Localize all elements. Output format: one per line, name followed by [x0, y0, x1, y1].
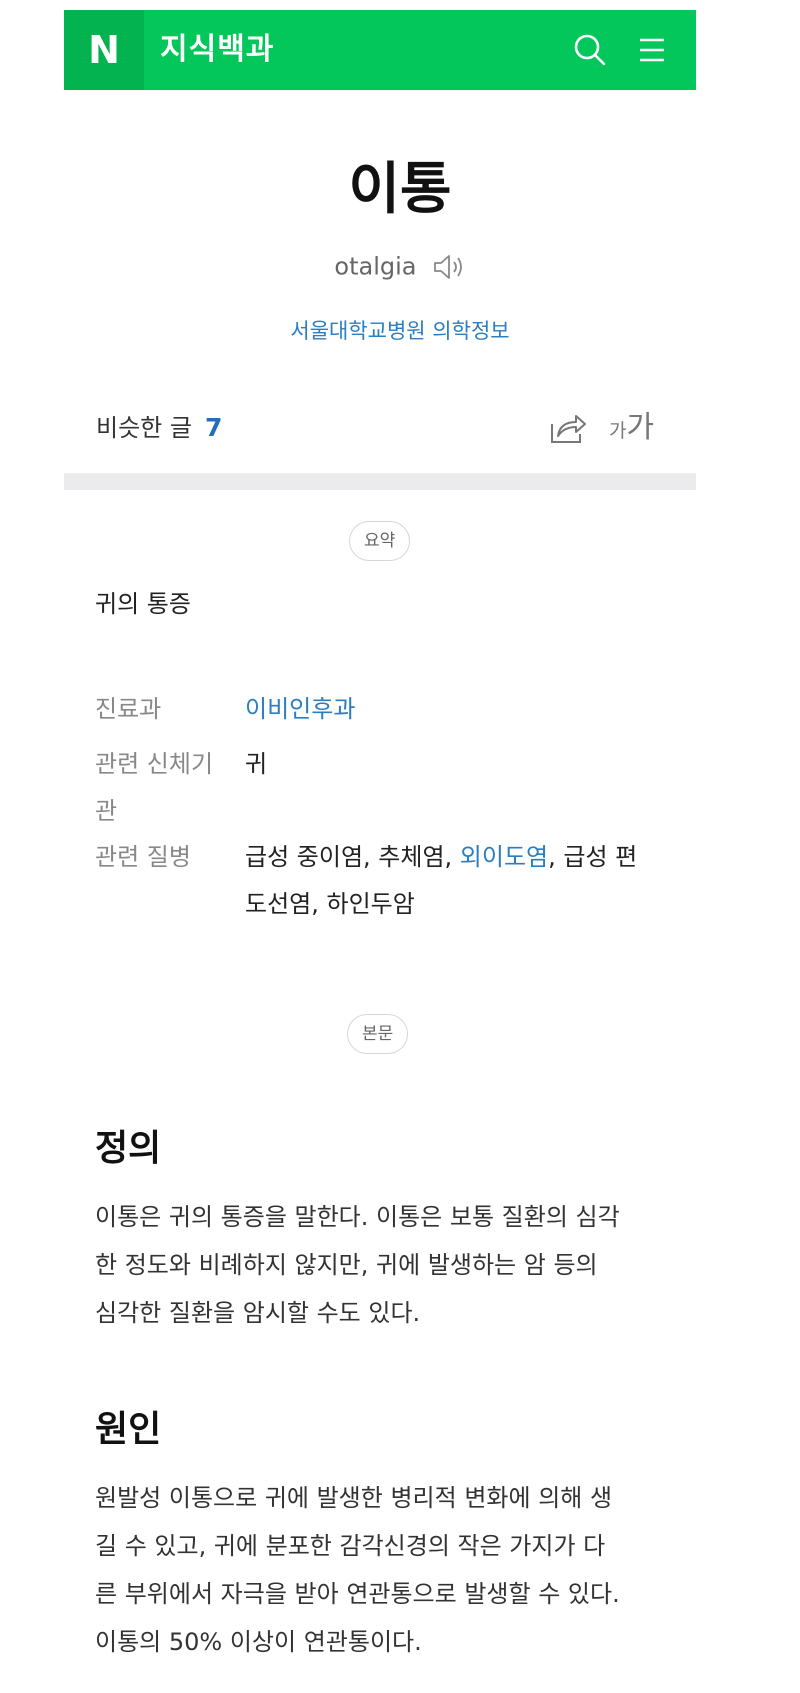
logo-letter: N — [88, 28, 120, 72]
pronunciation-row: otalgia — [0, 246, 800, 287]
share-icon[interactable] — [548, 410, 588, 446]
section-divider — [64, 473, 696, 490]
search-icon[interactable] — [570, 30, 610, 70]
menu-icon[interactable] — [632, 30, 672, 70]
department-label: 진료과 — [95, 695, 162, 723]
speaker-icon[interactable] — [432, 252, 466, 282]
similar-posts-count[interactable]: 7 — [205, 398, 222, 458]
section-paragraph-cause: 원발성 이통으로 귀에 발생한 병리적 변화에 의해 생 길 수 있고, 귀에 … — [95, 1474, 670, 1666]
brand-title[interactable]: 지식백과 — [160, 10, 274, 90]
similar-posts-label[interactable]: 비슷한 글 — [96, 398, 192, 458]
summary-text: 귀의 통증 — [95, 590, 191, 618]
entry-title: 이통 — [348, 157, 452, 222]
organ-label-line2: 관 — [95, 797, 118, 825]
disease-text-2: , 급성 편 — [548, 843, 638, 871]
organ-label-line1: 관련 신체기 — [95, 750, 214, 778]
disease-text-line2: 도선염, 하인두암 — [245, 890, 415, 918]
toolbar: 비슷한 글 7 가가 — [64, 398, 696, 458]
organ-value: 귀 — [245, 750, 268, 778]
section-heading-definition: 정의 — [95, 1128, 162, 1169]
font-small-label: 가 — [609, 420, 627, 442]
paragraph-line: 이통의 50% 이상이 연관통이다. — [95, 1628, 422, 1656]
paragraph-line: 길 수 있고, 귀에 분포한 감각신경의 작은 가지가 다 — [95, 1532, 606, 1560]
summary-pill: 요약 — [349, 521, 411, 561]
disease-link[interactable]: 외이도염 — [460, 843, 548, 871]
department-value: 이비인후과 — [245, 686, 665, 733]
paragraph-line: 른 부위에서 자극을 받아 연관통으로 발생할 수 있다. — [95, 1580, 620, 1608]
paragraph-line: 원발성 이통으로 귀에 발생한 병리적 변화에 의해 생 — [95, 1484, 613, 1512]
font-big-label: 가 — [626, 410, 655, 445]
top-header: N 지식백과 — [64, 10, 696, 90]
source-link[interactable]: 서울대학교병원 의학정보 — [0, 314, 800, 348]
naver-logo[interactable]: N — [64, 10, 144, 90]
disease-label: 관련 질병 — [95, 843, 191, 871]
entry-subtitle: otalgia — [334, 252, 417, 281]
disease-value: 급성 중이염, 추체염, 외이도염, 급성 편 도선염, 하인두암 — [245, 834, 665, 928]
disease-text-1: 급성 중이염, 추체염, — [245, 843, 460, 871]
font-size-button[interactable]: 가가 — [609, 398, 654, 462]
paragraph-line: 이통은 귀의 통증을 말한다. 이통은 보통 질환의 심각 — [95, 1203, 620, 1231]
page: N 지식백과 이통 otalgia 서울대학교병원 의학정보 비슷한 글 7 가… — [0, 0, 800, 1693]
paragraph-line: 한 정도와 비례하지 않지만, 귀에 발생하는 암 등의 — [95, 1251, 598, 1279]
section-heading-cause: 원인 — [95, 1409, 162, 1450]
department-link[interactable]: 이비인후과 — [245, 695, 355, 723]
section-paragraph-definition: 이통은 귀의 통증을 말한다. 이통은 보통 질환의 심각 한 정도와 비례하지… — [95, 1193, 670, 1337]
organ-label: 관련 신체기 관 — [95, 741, 230, 835]
paragraph-line: 심각한 질환을 암시할 수도 있다. — [95, 1299, 421, 1327]
body-pill: 본문 — [347, 1014, 409, 1054]
